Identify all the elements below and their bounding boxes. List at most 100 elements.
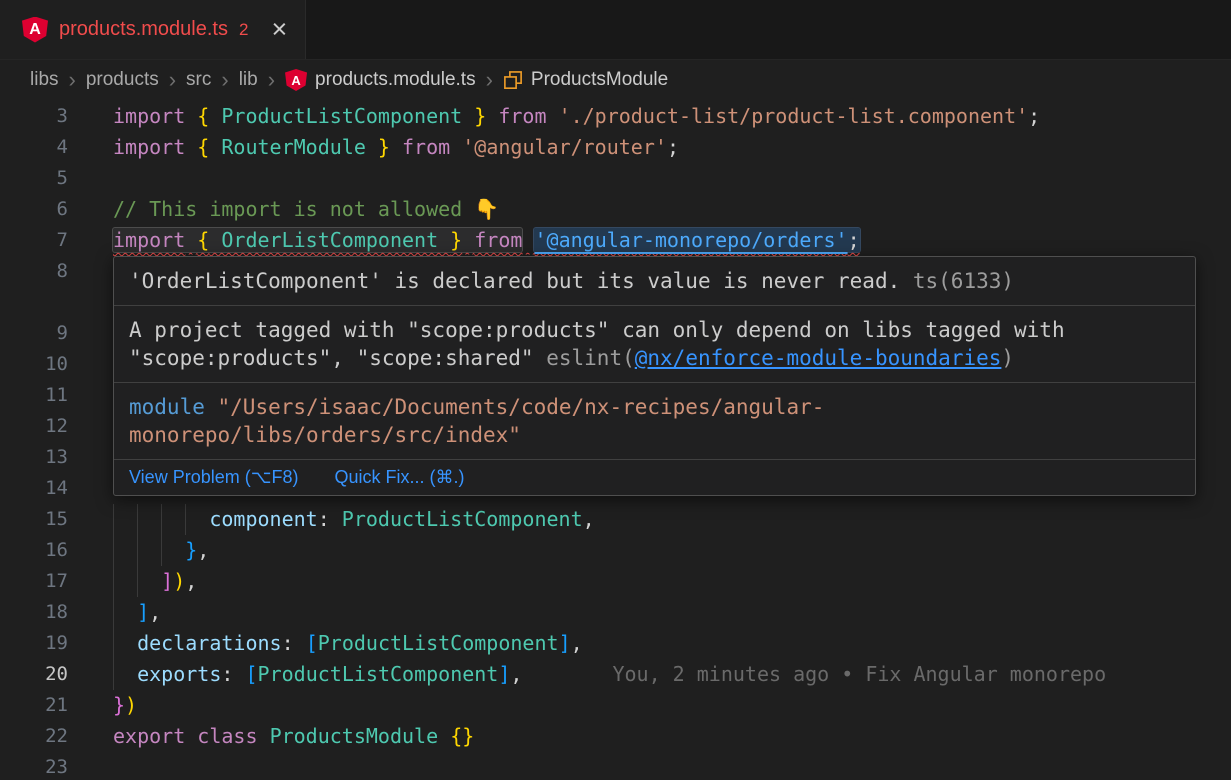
- line-number: 22: [0, 721, 90, 752]
- code-token: ]: [498, 662, 510, 686]
- breadcrumb-label: src: [186, 69, 211, 91]
- code-token: :: [221, 662, 233, 686]
- line-number: 17: [0, 566, 90, 597]
- breadcrumb-item-src[interactable]: src: [186, 69, 211, 91]
- line-number: 4: [0, 132, 90, 163]
- code-token: ,: [571, 631, 583, 655]
- breadcrumb: libs›products›src›lib›Aproducts.module.t…: [0, 60, 1231, 100]
- code-line-6[interactable]: 6// This import is not allowed 👇: [0, 194, 1231, 225]
- tab-products-module[interactable]: A products.module.ts 2 ×: [0, 0, 306, 59]
- line-number: 11: [0, 380, 90, 411]
- line-number: 7: [0, 225, 90, 256]
- git-blame-annotation: You, 2 minutes ago • Fix Angular monorep…: [612, 662, 1106, 686]
- code-token: [113, 662, 137, 686]
- code-token: 'OrderListComponent' is declared but its…: [129, 269, 900, 293]
- code-token: ;: [848, 228, 860, 252]
- breadcrumb-separator: ›: [169, 69, 176, 91]
- breadcrumb-item-products.module.ts[interactable]: Aproducts.module.ts: [285, 69, 476, 91]
- code-content[interactable]: import { RouterModule } from '@angular/r…: [90, 132, 1231, 163]
- breadcrumb-item-libs[interactable]: libs: [30, 69, 59, 91]
- code-line-19[interactable]: 19 declarations: [ProductListComponent],: [0, 628, 1231, 659]
- code-token: [522, 228, 534, 252]
- code-content[interactable]: import { OrderListComponent } from '@ang…: [90, 225, 1231, 256]
- close-tab-button[interactable]: ×: [271, 16, 287, 43]
- indent-guide: [113, 566, 114, 597]
- code-line-18[interactable]: 18 ],: [0, 597, 1231, 628]
- code-content[interactable]: export class ProductsModule {}: [90, 721, 1231, 752]
- code-content[interactable]: // This import is not allowed 👇: [90, 194, 1231, 225]
- code-token: [390, 135, 402, 159]
- code-token: "scope:products", "scope:shared": [129, 346, 546, 370]
- code-content[interactable]: [90, 752, 1231, 780]
- indent-guide: [161, 504, 162, 535]
- code-line-15[interactable]: 15 component: ProductListComponent,: [0, 504, 1231, 535]
- code-token: [294, 631, 306, 655]
- code-token: "/Users/isaac/Documents/code/nx-recipes/…: [218, 395, 825, 419]
- hover-line: A project tagged with "scope:products" c…: [129, 316, 1180, 344]
- code-line-17[interactable]: 17 ]),: [0, 566, 1231, 597]
- code-line-22[interactable]: 22export class ProductsModule {}: [0, 721, 1231, 752]
- code-line-4[interactable]: 4import { RouterModule } from '@angular/…: [0, 132, 1231, 163]
- code-token: [113, 631, 137, 655]
- code-content[interactable]: }): [90, 690, 1231, 721]
- hover-line: monorepo/libs/orders/src/index": [129, 421, 1180, 449]
- code-token: :: [318, 507, 330, 531]
- breadcrumb-item-ProductsModule[interactable]: ProductsModule: [503, 69, 668, 91]
- code-token: import: [113, 135, 185, 159]
- code-line-16[interactable]: 16 },: [0, 535, 1231, 566]
- angular-icon: A: [285, 69, 307, 91]
- breadcrumb-label: libs: [30, 69, 59, 91]
- code-token: {}: [450, 724, 474, 748]
- quick-fix-action[interactable]: Quick Fix... (⌘.): [334, 467, 464, 488]
- code-line-20[interactable]: 20 exports: [ProductListComponent],You, …: [0, 659, 1231, 690]
- code-token: ProductListComponent: [318, 631, 559, 655]
- line-number: 19: [0, 628, 90, 659]
- code-line-5[interactable]: 5: [0, 163, 1231, 194]
- indent-guide: [161, 535, 162, 566]
- code-line-3[interactable]: 3import { ProductListComponent } from '.…: [0, 101, 1231, 132]
- breadcrumb-separator: ›: [221, 69, 228, 91]
- code-token: import: [113, 104, 185, 128]
- code-content[interactable]: [90, 163, 1231, 194]
- code-token: ,: [149, 600, 161, 624]
- line-number: 15: [0, 504, 90, 535]
- code-line-23[interactable]: 23: [0, 752, 1231, 780]
- breadcrumb-label: ProductsModule: [531, 69, 668, 91]
- code-token: }: [378, 135, 390, 159]
- tab-bar: A products.module.ts 2 ×: [0, 0, 1231, 60]
- hover-section: A project tagged with "scope:products" c…: [114, 306, 1195, 383]
- breadcrumb-item-products[interactable]: products: [86, 69, 159, 91]
- code-token: }: [450, 228, 462, 252]
- editor[interactable]: 3import { ProductListComponent } from '.…: [0, 100, 1231, 780]
- code-token: [450, 135, 462, 159]
- code-content[interactable]: declarations: [ProductListComponent],: [90, 628, 1231, 659]
- code-token: OrderListComponent: [209, 228, 450, 252]
- code-content[interactable]: },: [90, 535, 1231, 566]
- breadcrumb-item-lib[interactable]: lib: [239, 69, 258, 91]
- module-specifier-link[interactable]: '@angular-monorepo/orders': [534, 228, 847, 252]
- hover-line: "scope:products", "scope:shared" eslint(…: [129, 344, 1180, 372]
- line-number: 8: [0, 256, 90, 318]
- code-token: [462, 228, 474, 252]
- angular-icon: A: [22, 17, 48, 43]
- eslint-rule-link[interactable]: @nx/enforce-module-boundaries: [635, 346, 1002, 370]
- code-line-21[interactable]: 21}): [0, 690, 1231, 721]
- line-number: 10: [0, 349, 90, 380]
- view-problem-action[interactable]: View Problem (⌥F8): [129, 467, 298, 488]
- code-content[interactable]: exports: [ProductListComponent],You, 2 m…: [90, 659, 1231, 690]
- code-content[interactable]: ],: [90, 597, 1231, 628]
- code-token: [185, 228, 197, 252]
- line-number: 5: [0, 163, 90, 194]
- code-token: }: [185, 538, 197, 562]
- code-line-7[interactable]: 7import { OrderListComponent } from '@an…: [0, 225, 1231, 256]
- code-token: [185, 724, 197, 748]
- code-token: [330, 507, 342, 531]
- code-token: ): [125, 693, 137, 717]
- code-token: class: [197, 724, 257, 748]
- code-content[interactable]: component: ProductListComponent,: [90, 504, 1231, 535]
- code-token: ProductListComponent: [209, 104, 474, 128]
- code-token: exports: [137, 662, 221, 686]
- code-content[interactable]: import { ProductListComponent } from './…: [90, 101, 1231, 132]
- code-token: {: [197, 228, 209, 252]
- code-content[interactable]: ]),: [90, 566, 1231, 597]
